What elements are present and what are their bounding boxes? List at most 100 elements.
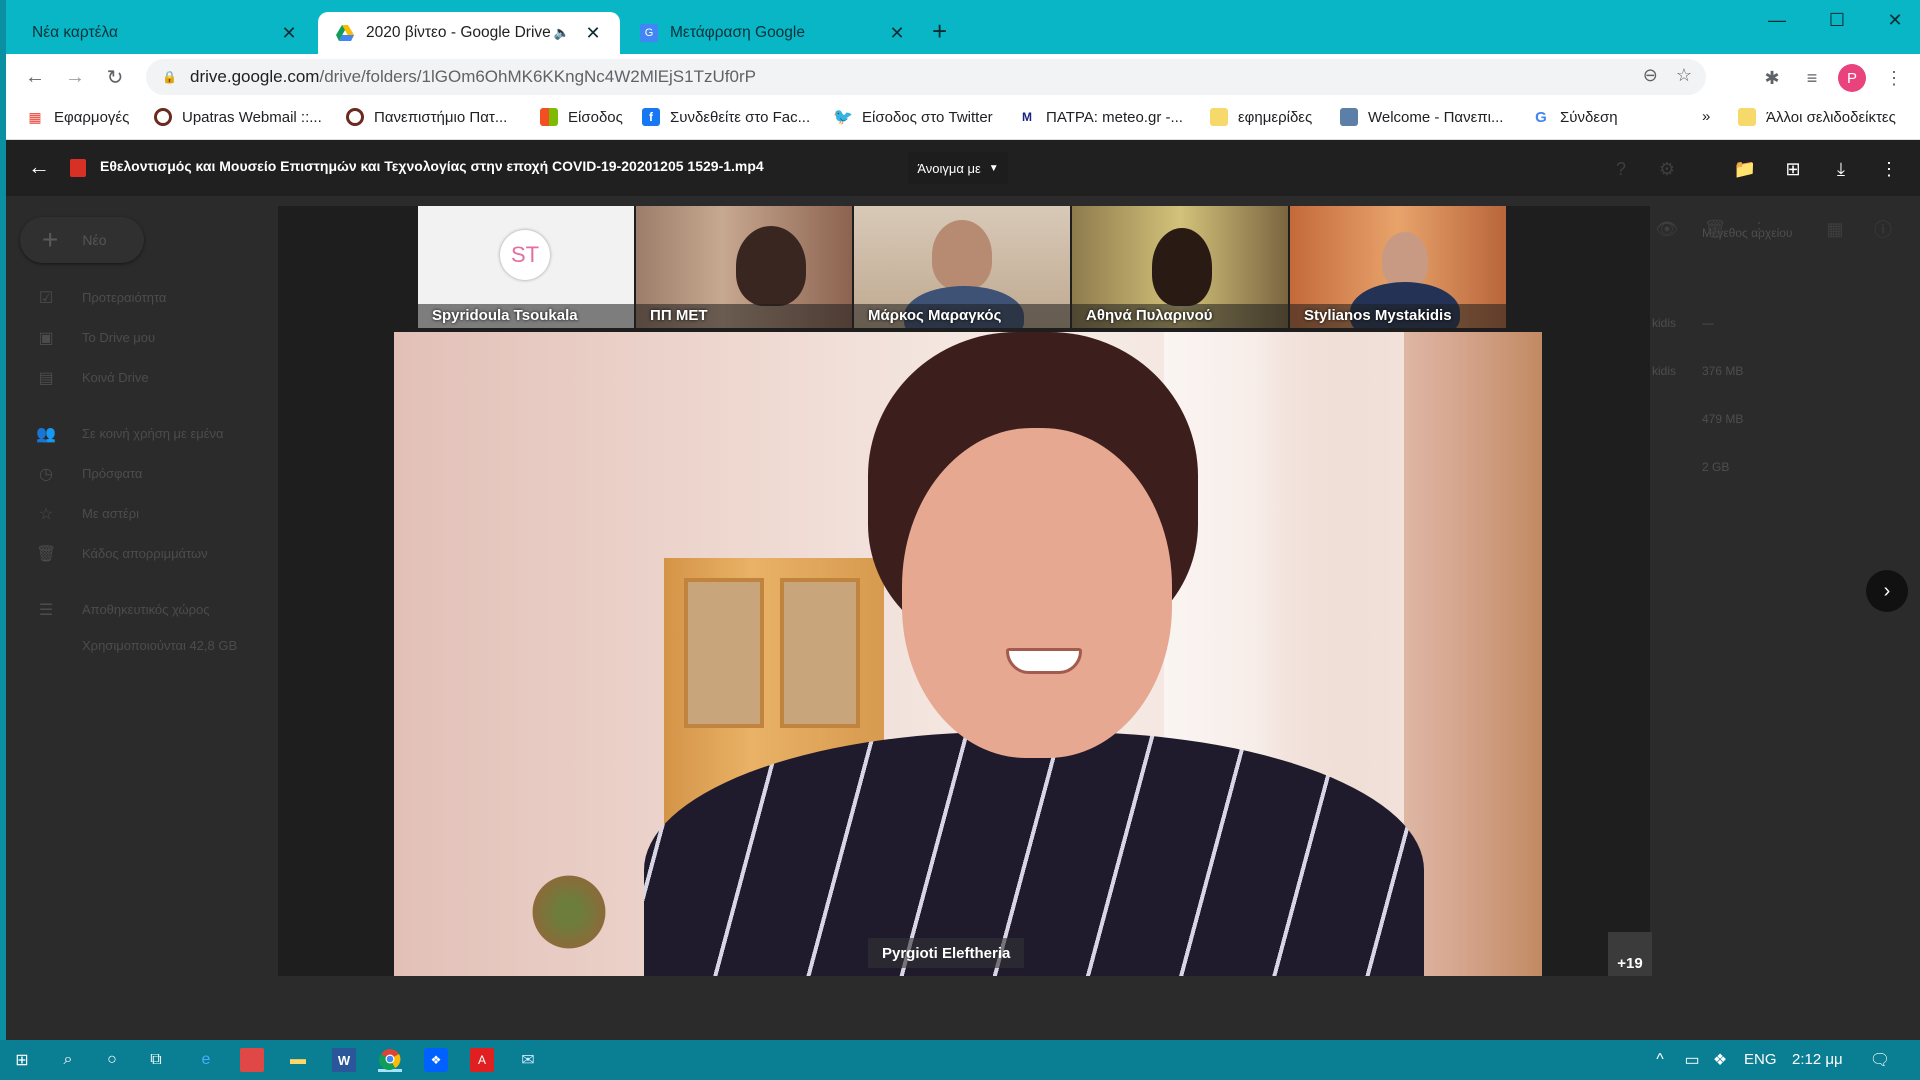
tab-title: Μετάφραση Google [670,24,805,41]
bookmark-twitter[interactable]: 🐦 Είσοδος στο Twitter [833,108,993,127]
tray-chevron-up-icon[interactable]: ^ [1648,1048,1672,1072]
sidebar-item-shared-drives: ▤ Κοινά Drive [36,368,148,388]
storage-used-text: Χρησιμοποιούνται 42,8 GB [82,638,238,653]
url-text[interactable]: drive.google.com/drive/folders/1lGOm6OhM… [190,67,756,87]
video-file-icon [70,159,86,177]
info-icon: ⓘ [1874,220,1892,240]
shared-drive-icon: ▤ [38,370,54,387]
bookmark-folder-efimerides[interactable]: εφημερίδες [1210,108,1312,126]
site-icon [1340,108,1358,126]
participant-name: ΠΠ ΜΕΤ [650,307,708,324]
more-actions-icon[interactable]: ⋮ [1876,156,1902,182]
back-icon[interactable]: ← [20,62,50,92]
help-icon: ? [1615,158,1626,179]
drive-icon: ▣ [38,330,54,347]
row-owner: kidis [1652,316,1677,330]
bookmark-welcome[interactable]: Welcome - Πανεπι... [1340,108,1503,126]
close-icon[interactable]: ✕ [888,23,906,44]
bookmark-facebook[interactable]: f Συνδεθείτε στο Fac... [642,108,810,126]
notifications-icon[interactable]: 🗨 [1868,1048,1892,1072]
checkbox-icon: ☑ [38,290,54,307]
trash-icon: 🗑 [1703,218,1727,239]
input-language[interactable]: ENG [1744,1051,1777,1068]
forward-icon[interactable]: → [60,62,90,92]
row-size: 479 MB [1702,412,1744,426]
more-vert-icon: ⋮ [1750,218,1768,239]
search-icon[interactable]: ⌕ [56,1048,80,1072]
folder-icon [1210,108,1228,126]
add-comment-icon[interactable]: ⊞ [1780,156,1806,182]
sidebar-item-my-drive: ▣ Το Drive μου [36,328,155,348]
clock-time[interactable]: 2:12 μμ [1792,1051,1843,1068]
tab-title: 2020 βίντεο - Google Drive [366,24,551,41]
pdf-app-icon[interactable] [240,1048,264,1072]
settings-gear-icon: ⚙ [1658,158,1676,179]
address-bar[interactable]: 🔒 drive.google.com/drive/folders/1lGOm6O… [146,59,1706,95]
cortana-icon[interactable]: ○ [100,1048,124,1072]
apps-grid-icon: ▦ [28,108,42,125]
tab-strip: Νέα καρτέλα ✕ 2020 βίντεο - Google Drive… [6,0,1920,54]
task-view-icon[interactable]: ⧉ [144,1048,168,1072]
profile-avatar[interactable]: P [1838,64,1866,92]
bookmark-meteo[interactable]: M ΠΑΤΡΑ: meteo.gr -... [1018,108,1183,126]
speaker-icon[interactable]: 🔈 [554,25,570,41]
more-bookmarks-chevron-icon[interactable]: » [1702,108,1710,125]
row-size: 2 GB [1702,460,1730,474]
word-icon[interactable]: W [332,1048,356,1072]
close-icon[interactable]: ✕ [584,23,602,44]
zoom-icon[interactable]: ⊖ [1643,65,1658,86]
windows-start-icon[interactable]: ⊞ [10,1048,34,1072]
dropbox-icon[interactable]: ❖ [424,1048,448,1072]
minimize-icon[interactable]: — [1762,10,1792,31]
tab-new-tab[interactable]: Νέα καρτέλα ✕ [14,12,316,54]
extensions-icon[interactable]: ✱ [1758,64,1786,92]
chrome-icon[interactable] [378,1048,402,1072]
people-icon: 👥 [36,426,56,443]
back-arrow-icon[interactable]: ← [28,154,50,180]
participant-tile: Stylianos Mystakidis [1288,206,1506,328]
participant-tile: Αθηνά Πυλαρινού [1070,206,1288,328]
bookmark-star-icon[interactable]: ☆ [1676,65,1692,86]
bookmark-apps[interactable]: ▦ Εφαρμογές [26,108,129,126]
sidebar-item-starred: ☆ Με αστέρι [36,504,139,524]
next-file-chevron-icon[interactable]: › [1866,570,1908,612]
dropdown-arrow-icon: ▼ [988,162,999,174]
maximize-icon[interactable]: ☐ [1822,10,1852,31]
google-translate-icon: G [640,24,658,42]
mail-icon[interactable]: ✉ [516,1048,540,1072]
windows-taskbar: ⊞ ⌕ ○ ⧉ e ▬ W ❖ A ✉ ^ ▭ ❖ ENG 2:12 μμ 🗨 [0,1040,1920,1080]
bookmark-eisodos[interactable]: Είσοδος [540,108,623,126]
active-speaker-video: Pyrgioti Eleftheria [394,332,1542,976]
participant-tile: ΠΠ ΜΕΤ [634,206,852,328]
clock-icon: ◷ [39,466,53,483]
video-player[interactable]: ST Spyridoula Tsoukala ΠΠ ΜΕΤ Μάρκος Μαρ… [278,206,1652,976]
participant-name: Spyridoula Tsoukala [432,307,578,324]
menu-icon[interactable]: ⋮ [1880,64,1908,92]
grid-view-icon: ▦ [1826,218,1844,239]
participant-avatar: ST [500,230,550,280]
battery-icon[interactable]: ▭ [1680,1048,1704,1072]
bookmark-folder-other[interactable]: Άλλοι σελιδοδείκτες [1738,108,1896,126]
media-control-icon[interactable]: ≡ [1798,64,1826,92]
add-to-drive-icon[interactable]: 📁 [1732,156,1758,182]
close-icon[interactable]: ✕ [280,23,298,44]
edge-icon[interactable]: e [194,1048,218,1072]
bookmark-upatras-webmail[interactable]: Upatras Webmail ::... [154,108,322,126]
bookmark-upatras[interactable]: Πανεπιστήμιο Πατ... [346,108,507,126]
download-icon[interactable]: ⤓ [1828,156,1854,182]
row-size: 376 MB [1702,364,1744,378]
bookmark-syndesi[interactable]: G Σύνδεση [1532,108,1617,126]
plus-icon: + [42,224,59,255]
new-tab-button[interactable]: + [932,18,947,44]
file-explorer-icon[interactable]: ▬ [286,1048,310,1072]
dropbox-tray-icon[interactable]: ❖ [1708,1048,1732,1072]
participant-name: Stylianos Mystakidis [1304,307,1452,324]
tab-google-drive[interactable]: 2020 βίντεο - Google Drive 🔈 ✕ [318,12,620,54]
reload-icon[interactable]: ↻ [100,62,130,92]
open-with-button[interactable]: Άνοιγμα με ▼ [908,152,1008,184]
acrobat-icon[interactable]: A [470,1048,494,1072]
active-speaker-name: Pyrgioti Eleftheria [868,938,1025,968]
tab-google-translate[interactable]: G Μετάφραση Google ✕ [622,12,924,54]
google-drive-icon [336,24,354,42]
close-window-icon[interactable]: ✕ [1880,10,1910,31]
